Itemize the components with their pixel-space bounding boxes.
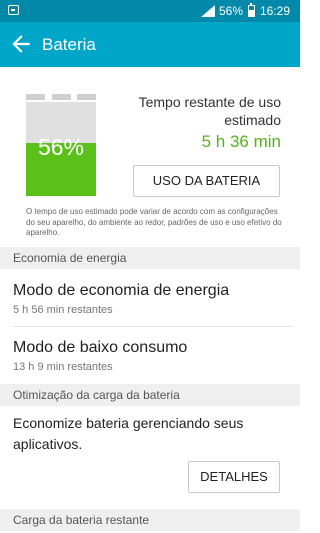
section-header-label: Otimização da carga da bateria (13, 388, 180, 402)
notification-icon (8, 5, 19, 15)
clock: 16:29 (260, 4, 291, 18)
battery-cap (26, 94, 96, 100)
battery-percent-text: 56% (219, 4, 244, 18)
status-bar: 56% 16:29 (0, 0, 300, 22)
estimate-title: Tempo restante de uso estimado (138, 94, 281, 128)
list-item-title: Modo de baixo consumo (13, 339, 188, 356)
battery-usage-button[interactable]: USO DA BATERIA (133, 165, 280, 197)
section-header-optimization: Otimização da carga da bateria (0, 384, 300, 406)
divider (13, 326, 293, 327)
section-header-remaining: Carga da bateria restante (0, 509, 300, 531)
list-item-title: Modo de economia de energia (13, 282, 230, 299)
list-item-subtitle: 5 h 56 min restantes (13, 304, 113, 316)
battery-level-graphic: 56% (26, 94, 96, 196)
battery-body: 56% (26, 102, 96, 196)
arrow-back-icon[interactable] (8, 31, 34, 57)
estimate-disclaimer: O tempo de uso estimado pode variar de a… (26, 207, 282, 237)
estimate-value: 5 h 36 min (201, 132, 281, 151)
section-header-label: Economia de energia (13, 251, 127, 265)
battery-icon (248, 3, 255, 17)
page-title: Bateria (42, 35, 96, 54)
section-header-label: Carga da bateria restante (13, 513, 150, 527)
optimization-description: Economize bateria gerenciando seus aplic… (13, 415, 244, 452)
details-button[interactable]: DETALHES (188, 461, 280, 493)
section-header-power-saving: Economia de energia (0, 247, 300, 269)
battery-percent-label: 56% (37, 134, 85, 160)
app-bar: Bateria (0, 22, 300, 67)
signal-icon (201, 5, 215, 17)
list-item-subtitle: 13 h 9 min restantes (13, 361, 113, 373)
